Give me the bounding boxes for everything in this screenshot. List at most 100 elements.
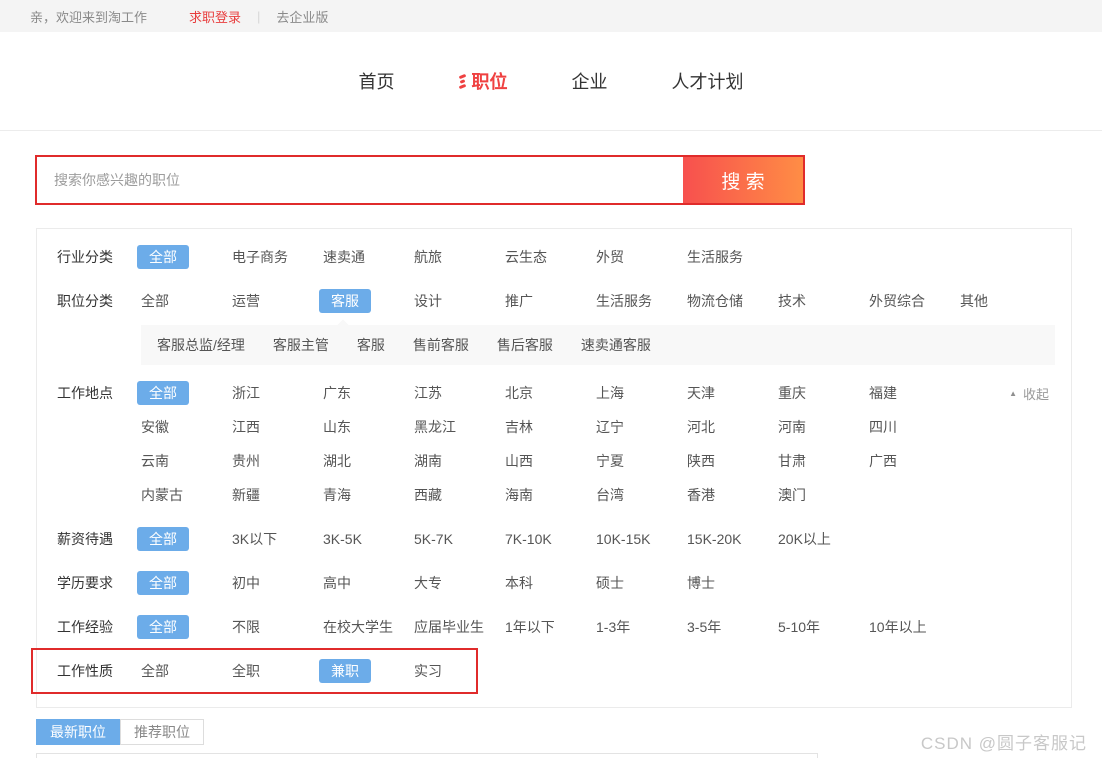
filter-option[interactable]: 青海 [323, 483, 414, 507]
filter-option[interactable]: 重庆 [778, 381, 869, 405]
filter-option[interactable]: 5K-7K [414, 527, 505, 551]
filter-option[interactable]: 生活服务 [687, 245, 778, 269]
filter-option[interactable]: 宁夏 [596, 449, 687, 473]
filter-option[interactable]: 澳门 [778, 483, 869, 507]
filter-option[interactable]: 云南 [141, 449, 232, 473]
search-button[interactable]: 搜 索 [683, 157, 803, 203]
filter-option[interactable]: 湖南 [414, 449, 505, 473]
filter-option[interactable]: 上海 [596, 381, 687, 405]
filter-option[interactable]: 全部 [141, 381, 232, 405]
filter-option[interactable]: 浙江 [232, 381, 323, 405]
filter-option[interactable]: 兼职 [323, 659, 414, 683]
filter-option[interactable]: 西藏 [414, 483, 505, 507]
filter-option[interactable]: 3K-5K [323, 527, 414, 551]
nav-item-jobs[interactable]: 职位 [459, 68, 508, 94]
filter-option[interactable]: 外贸 [596, 245, 687, 269]
hot-marks-icon [459, 75, 466, 88]
filter-option[interactable]: 本科 [505, 571, 596, 595]
filter-option[interactable]: 速卖通 [323, 245, 414, 269]
filter-option[interactable]: 3-5年 [687, 615, 778, 639]
subcategory-option[interactable]: 速卖通客服 [581, 335, 651, 355]
filter-option[interactable]: 推广 [505, 289, 596, 313]
filter-option[interactable]: 1-3年 [596, 615, 687, 639]
nav-item-home[interactable]: 首页 [359, 68, 395, 94]
filter-option[interactable]: 安徽 [141, 415, 232, 439]
filter-option[interactable]: 江苏 [414, 381, 505, 405]
subcategory-option[interactable]: 售前客服 [413, 335, 469, 355]
filter-option[interactable]: 全部 [141, 527, 232, 551]
filter-option[interactable]: 河南 [778, 415, 869, 439]
filter-option[interactable]: 北京 [505, 381, 596, 405]
subcategory-option[interactable]: 客服主管 [273, 335, 329, 355]
enterprise-link[interactable]: 去企业版 [276, 7, 328, 26]
filter-option[interactable]: 贵州 [232, 449, 323, 473]
filter-option[interactable]: 广东 [323, 381, 414, 405]
filter-option[interactable]: 全部 [141, 245, 232, 269]
filter-option[interactable]: 福建 [869, 381, 960, 405]
login-link[interactable]: 求职登录 [189, 7, 241, 26]
filter-option[interactable]: 陕西 [687, 449, 778, 473]
filter-option[interactable]: 客服 [323, 289, 414, 313]
filter-option[interactable]: 天津 [687, 381, 778, 405]
filter-option[interactable]: 生活服务 [596, 289, 687, 313]
filter-option[interactable]: 全部 [141, 659, 232, 683]
filter-option[interactable]: 全部 [141, 615, 232, 639]
filter-option[interactable]: 1年以下 [505, 615, 596, 639]
filter-option[interactable]: 河北 [687, 415, 778, 439]
subcategory-option[interactable]: 客服总监/经理 [157, 335, 245, 355]
job-list-stub [36, 753, 818, 758]
filter-option[interactable]: 15K-20K [687, 527, 778, 551]
search-input[interactable] [37, 157, 683, 203]
filter-option[interactable]: 20K以上 [778, 527, 869, 551]
filter-option[interactable]: 湖北 [323, 449, 414, 473]
filter-option[interactable]: 江西 [232, 415, 323, 439]
filter-option[interactable]: 3K以下 [232, 527, 323, 551]
filter-option[interactable]: 云生态 [505, 245, 596, 269]
subcategory-option[interactable]: 客服 [357, 335, 385, 355]
filter-option[interactable]: 内蒙古 [141, 483, 232, 507]
filter-option[interactable]: 台湾 [596, 483, 687, 507]
filter-option[interactable]: 10年以上 [869, 615, 960, 639]
filter-option[interactable]: 黑龙江 [414, 415, 505, 439]
filter-option[interactable]: 全职 [232, 659, 323, 683]
filter-option[interactable]: 全部 [141, 571, 232, 595]
filter-option[interactable]: 航旅 [414, 245, 505, 269]
filter-option[interactable]: 甘肃 [778, 449, 869, 473]
filter-row-industry: 行业分类全部电子商务速卖通航旅云生态外贸生活服务 [37, 235, 1071, 279]
filter-option[interactable]: 初中 [232, 571, 323, 595]
filter-option[interactable]: 7K-10K [505, 527, 596, 551]
filter-option[interactable]: 物流仓储 [687, 289, 778, 313]
nav-item-company[interactable]: 企业 [572, 68, 608, 94]
filter-option[interactable]: 吉林 [505, 415, 596, 439]
filter-option[interactable]: 10K-15K [596, 527, 687, 551]
filter-option[interactable]: 运营 [232, 289, 323, 313]
filter-option[interactable]: 高中 [323, 571, 414, 595]
filter-option[interactable]: 硕士 [596, 571, 687, 595]
tab-recommended-jobs[interactable]: 推荐职位 [120, 719, 204, 745]
nav-item-talent-plan[interactable]: 人才计划 [672, 68, 744, 94]
filter-option[interactable]: 外贸综合 [869, 289, 960, 313]
filter-option[interactable]: 山西 [505, 449, 596, 473]
filter-option[interactable]: 不限 [232, 615, 323, 639]
filter-option[interactable]: 设计 [414, 289, 505, 313]
filter-option[interactable]: 其他 [960, 289, 1051, 313]
tab-latest-jobs[interactable]: 最新职位 [36, 719, 120, 745]
filter-option[interactable]: 在校大学生 [323, 615, 414, 639]
filter-option[interactable]: 新疆 [232, 483, 323, 507]
filter-option[interactable]: 应届毕业生 [414, 615, 505, 639]
filter-option[interactable]: 山东 [323, 415, 414, 439]
collapse-toggle[interactable]: ▲收起 [1009, 384, 1049, 403]
filter-option[interactable]: 广西 [869, 449, 960, 473]
filter-option[interactable]: 辽宁 [596, 415, 687, 439]
filter-option[interactable]: 全部 [141, 289, 232, 313]
filter-option[interactable]: 实习 [414, 659, 505, 683]
filter-option[interactable]: 5-10年 [778, 615, 869, 639]
filter-option[interactable]: 博士 [687, 571, 778, 595]
filter-option[interactable]: 技术 [778, 289, 869, 313]
filter-option[interactable]: 四川 [869, 415, 960, 439]
filter-option[interactable]: 电子商务 [232, 245, 323, 269]
filter-option[interactable]: 香港 [687, 483, 778, 507]
subcategory-option[interactable]: 售后客服 [497, 335, 553, 355]
filter-option[interactable]: 大专 [414, 571, 505, 595]
filter-option[interactable]: 海南 [505, 483, 596, 507]
